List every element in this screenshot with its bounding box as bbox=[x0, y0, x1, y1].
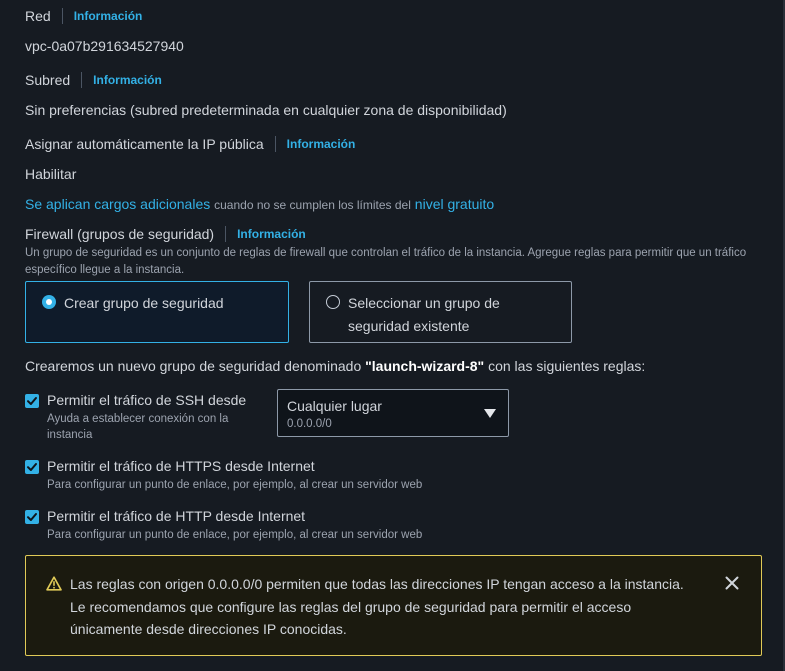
http-rule: Permitir el tráfico de HTTP desde Intern… bbox=[25, 508, 525, 544]
create-security-group-label: Crear grupo de seguridad bbox=[64, 295, 224, 311]
check-icon bbox=[27, 463, 37, 471]
public-ip-label: Asignar automáticamente la IP pública bbox=[25, 136, 264, 152]
http-rule-title: Permitir el tráfico de HTTP desde Intern… bbox=[47, 508, 306, 524]
intro-before: Crearemos un nuevo grupo de seguridad de… bbox=[25, 358, 366, 374]
create-security-group-tile[interactable]: Crear grupo de seguridad bbox=[25, 281, 289, 343]
subnet-label: Subred bbox=[25, 72, 71, 88]
select-existing-line2: seguridad existente bbox=[348, 318, 470, 334]
network-value: vpc-0a07b291634527940 bbox=[25, 38, 184, 54]
check-icon bbox=[27, 397, 37, 405]
check-icon bbox=[27, 513, 37, 521]
https-rule-title: Permitir el tráfico de HTTPS desde Inter… bbox=[47, 458, 315, 474]
charges-notice: Se aplican cargos adicionales cuando no … bbox=[25, 196, 494, 212]
divider bbox=[225, 226, 227, 242]
divider bbox=[274, 136, 276, 152]
subnet-label-row: Subred Información bbox=[25, 72, 162, 88]
close-icon[interactable] bbox=[725, 576, 739, 590]
security-group-name: "launch-wizard-8" bbox=[365, 358, 485, 374]
select-existing-group-label: Seleccionar un grupo de seguridad existe… bbox=[348, 292, 500, 338]
network-label-row: Red Información bbox=[25, 8, 142, 24]
subnet-info-link[interactable]: Información bbox=[93, 73, 162, 87]
https-checkbox[interactable] bbox=[25, 460, 39, 474]
ssh-rule-title: Permitir el tráfico de SSH desde bbox=[47, 392, 247, 408]
divider bbox=[81, 72, 83, 88]
security-warning-alert: Las reglas con origen 0.0.0.0/0 permiten… bbox=[25, 555, 762, 656]
public-ip-value: Habilitar bbox=[25, 166, 77, 182]
network-settings-panel: Red Información vpc-0a07b291634527940 Su… bbox=[0, 0, 785, 671]
firewall-info-link[interactable]: Información bbox=[237, 227, 306, 241]
radio-unselected-icon[interactable] bbox=[326, 295, 340, 309]
firewall-label-row: Firewall (grupos de seguridad) Informaci… bbox=[25, 226, 306, 242]
charges-text: cuando no se cumplen los límites del bbox=[214, 198, 411, 212]
ssh-rule: Permitir el tráfico de SSH desde Ayuda a… bbox=[25, 392, 265, 442]
caret-down-icon bbox=[484, 409, 496, 418]
radio-selected-icon[interactable] bbox=[42, 295, 56, 309]
warning-text: Las reglas con origen 0.0.0.0/0 permiten… bbox=[70, 576, 684, 637]
select-existing-line1: Seleccionar un grupo de bbox=[348, 295, 500, 311]
warning-icon bbox=[46, 576, 62, 591]
select-existing-group-tile[interactable]: Seleccionar un grupo de seguridad existe… bbox=[309, 281, 572, 343]
https-rule-desc: Para configurar un punto de enlace, por … bbox=[47, 479, 423, 491]
intro-after: con las siguientes reglas: bbox=[484, 358, 646, 374]
http-rule-desc: Para configurar un punto de enlace, por … bbox=[47, 529, 423, 541]
public-ip-label-row: Asignar automáticamente la IP pública In… bbox=[25, 136, 355, 152]
firewall-label: Firewall (grupos de seguridad) bbox=[25, 226, 215, 242]
ssh-rule-desc: Ayuda a establecer conexión con la insta… bbox=[47, 413, 229, 441]
network-label: Red bbox=[25, 8, 51, 24]
divider bbox=[61, 8, 63, 24]
rules-intro: Crearemos un nuevo grupo de seguridad de… bbox=[25, 358, 645, 374]
free-tier-link[interactable]: nivel gratuito bbox=[415, 196, 494, 212]
additional-charges-link[interactable]: Se aplican cargos adicionales bbox=[25, 196, 210, 212]
ssh-source-value: Cualquier lugar bbox=[287, 398, 382, 414]
network-info-link[interactable]: Información bbox=[74, 9, 143, 23]
subnet-value: Sin preferencias (subred predeterminada … bbox=[25, 102, 507, 118]
ssh-checkbox[interactable] bbox=[25, 394, 39, 408]
ssh-source-cidr: 0.0.0.0/0 bbox=[287, 418, 332, 430]
public-ip-info-link[interactable]: Información bbox=[287, 137, 356, 151]
https-rule: Permitir el tráfico de HTTPS desde Inter… bbox=[25, 458, 525, 494]
firewall-description: Un grupo de seguridad es un conjunto de … bbox=[25, 247, 747, 276]
http-checkbox[interactable] bbox=[25, 510, 39, 524]
ssh-source-select[interactable]: Cualquier lugar 0.0.0.0/0 bbox=[277, 389, 509, 437]
